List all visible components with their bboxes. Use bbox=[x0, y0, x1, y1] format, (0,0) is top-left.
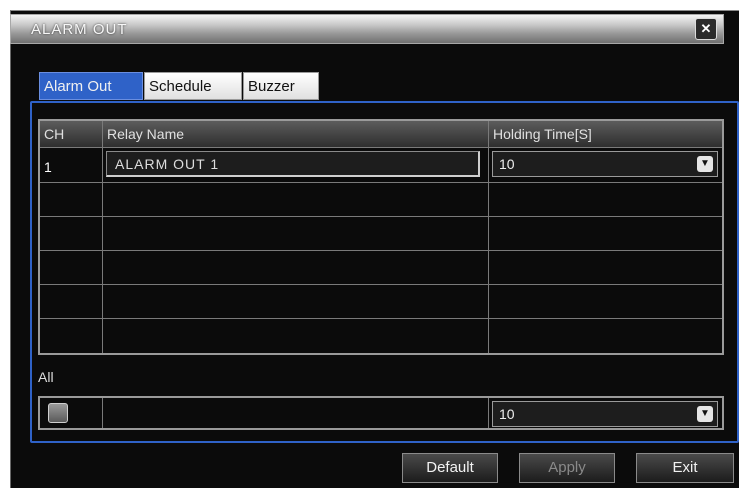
row-divider bbox=[40, 182, 722, 183]
exit-button[interactable]: Exit bbox=[636, 453, 734, 483]
column-header-relay-name: Relay Name bbox=[103, 121, 488, 147]
close-button[interactable]: ✕ bbox=[695, 18, 717, 40]
row-divider bbox=[40, 216, 722, 217]
all-holding-time-select[interactable]: 10 ▼ bbox=[492, 401, 718, 427]
title-bar: ALARM OUT ✕ bbox=[10, 14, 724, 44]
row-divider bbox=[40, 250, 722, 251]
default-button[interactable]: Default bbox=[402, 453, 498, 483]
column-header-holding-time: Holding Time[S] bbox=[489, 121, 722, 147]
all-row: 10 ▼ bbox=[38, 396, 724, 430]
column-divider bbox=[102, 398, 103, 428]
alarm-out-table: CH Relay Name Holding Time[S] 1 ALARM OU… bbox=[38, 119, 724, 355]
chevron-down-icon: ▼ bbox=[697, 406, 713, 422]
close-icon: ✕ bbox=[700, 21, 712, 36]
all-holding-time-value: 10 bbox=[499, 406, 515, 422]
row-divider bbox=[40, 318, 722, 319]
holding-time-value: 10 bbox=[499, 156, 515, 172]
column-header-ch: CH bbox=[40, 121, 102, 147]
apply-button[interactable]: Apply bbox=[519, 453, 615, 483]
all-checkbox[interactable] bbox=[48, 403, 68, 423]
tab-schedule[interactable]: Schedule bbox=[144, 72, 242, 100]
column-divider bbox=[488, 398, 489, 428]
row-divider bbox=[40, 147, 722, 148]
window-title: ALARM OUT bbox=[31, 21, 128, 38]
relay-name-input[interactable]: ALARM OUT 1 bbox=[106, 151, 480, 177]
chevron-down-icon: ▼ bbox=[697, 156, 713, 172]
tab-alarm-out[interactable]: Alarm Out bbox=[39, 72, 143, 100]
holding-time-select[interactable]: 10 ▼ bbox=[492, 151, 718, 177]
all-label: All bbox=[38, 369, 54, 385]
row-divider bbox=[40, 284, 722, 285]
row-1-ch: 1 bbox=[44, 159, 52, 175]
tab-buzzer[interactable]: Buzzer bbox=[243, 72, 319, 100]
